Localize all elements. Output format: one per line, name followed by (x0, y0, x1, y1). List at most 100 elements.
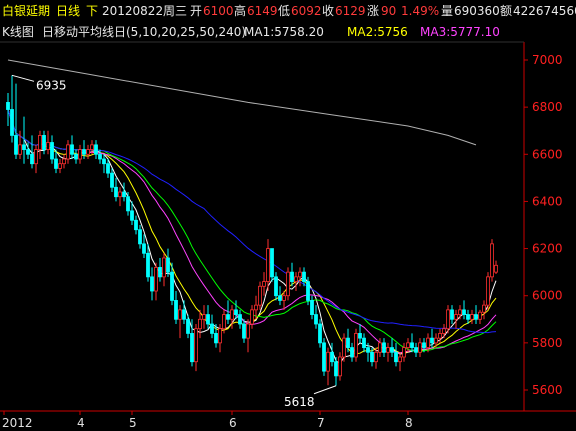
candle (10, 75, 14, 143)
candle (266, 239, 270, 291)
candle (94, 140, 98, 159)
candle (278, 286, 282, 306)
amount-value: 422674560 (513, 4, 576, 18)
candle (362, 333, 366, 353)
volume-value: 690360 (454, 4, 500, 18)
high-value: 6149 (247, 4, 278, 18)
candle (102, 154, 106, 174)
candle (162, 253, 166, 287)
date-tick-label: 6 (229, 416, 237, 430)
date-tick-label: 7 (317, 416, 325, 430)
candle (462, 300, 466, 320)
candle (454, 309, 458, 329)
ma-label[interactable]: 日移动平均线 (42, 24, 114, 40)
price-tick-label: 6200 (532, 242, 563, 256)
instrument-name[interactable]: 白银延期 (2, 3, 50, 19)
candle (246, 319, 250, 353)
amount-label: 额 (500, 4, 513, 18)
candle (318, 319, 322, 348)
candle (58, 159, 62, 174)
candle (342, 333, 346, 362)
candle (490, 239, 494, 282)
candle (150, 267, 154, 301)
date-tick-label: 4 (77, 416, 85, 430)
date-axis: 2012 4 5 6 7 8 (2, 411, 413, 430)
quote-date: 20120822 (102, 4, 164, 18)
candle (270, 248, 274, 282)
candle (322, 338, 326, 376)
candle (478, 309, 482, 324)
candle (414, 342, 418, 357)
candle (338, 352, 342, 381)
candle (290, 262, 294, 287)
extreme-annotations: 6935 5618 (11, 74, 337, 409)
date-tick-label: 5 (129, 416, 137, 430)
candle (66, 140, 70, 164)
ma6-line (7, 59, 477, 146)
candle (382, 338, 386, 357)
ma3-value: MA3:5777.10 (420, 25, 500, 39)
candle (14, 83, 18, 159)
candle (6, 93, 10, 126)
change-percent: 1.49% (401, 4, 440, 18)
open-value: 6100 (203, 4, 234, 18)
candle (194, 324, 198, 372)
quote-weekday: 周三 (163, 4, 188, 18)
candle (206, 305, 210, 329)
ma1-value: MA1:5758.20 (244, 25, 324, 39)
candle (482, 300, 486, 320)
candle (378, 338, 382, 357)
low-label: 低 (278, 4, 291, 18)
candle (494, 260, 498, 275)
candle (78, 144, 82, 164)
candle (354, 328, 358, 362)
period-label[interactable]: 日线 (56, 3, 80, 19)
candle (486, 272, 490, 310)
high-marker-label: 6935 (36, 78, 67, 92)
candle (38, 130, 42, 159)
kline-chart[interactable]: 56005800600062006400660068007000 2012 4 5 6… (0, 0, 576, 431)
candle (62, 154, 66, 169)
candle (202, 305, 206, 329)
candle (402, 342, 406, 362)
candle (118, 187, 122, 207)
direction-label: 下 (86, 4, 99, 18)
date-tick-label: 8 (405, 416, 413, 430)
candle (390, 338, 394, 357)
open-label: 开 (190, 4, 203, 18)
candle (74, 149, 78, 164)
price-tick-label: 6000 (532, 289, 563, 303)
ma-params: 日(5,10,20,25,50,240) (114, 25, 247, 39)
candle (326, 347, 330, 386)
high-marker-line (11, 74, 35, 82)
candle (182, 300, 186, 324)
indicator-bar: K线图 日移动平均线 日(5,10,20,25,50,240) MA1:5758… (0, 22, 524, 42)
change-label: 涨 (367, 4, 380, 18)
price-tick-label: 5800 (532, 336, 563, 350)
candle (418, 338, 422, 357)
price-axis: 5600 5800 6000 6200 6400 6600 6800 7000 (0, 41, 576, 412)
candle (122, 182, 126, 202)
price-tick-label: 5600 (532, 383, 563, 397)
kline-label[interactable]: K线图 (2, 24, 34, 40)
quote-bar: 白银延期 日线 下 20120822 周三 开 6100 高 6149 低 60… (0, 0, 576, 22)
candle (166, 248, 170, 277)
candle (474, 305, 478, 324)
candle (114, 177, 118, 202)
candlesticks (6, 75, 498, 386)
price-tick-label: 7000 (532, 53, 563, 67)
candle (234, 300, 238, 320)
candle (410, 333, 414, 353)
close-value: 6129 (335, 4, 366, 18)
candle (46, 130, 50, 155)
candle (330, 342, 334, 367)
candle (138, 225, 142, 249)
candle (394, 342, 398, 367)
candle (134, 215, 138, 235)
candle (142, 234, 146, 258)
price-tick-label: 6600 (532, 147, 563, 161)
date-tick-label: 2012 (2, 416, 33, 430)
candle (286, 267, 290, 301)
candle (174, 291, 178, 324)
candle (110, 168, 114, 192)
